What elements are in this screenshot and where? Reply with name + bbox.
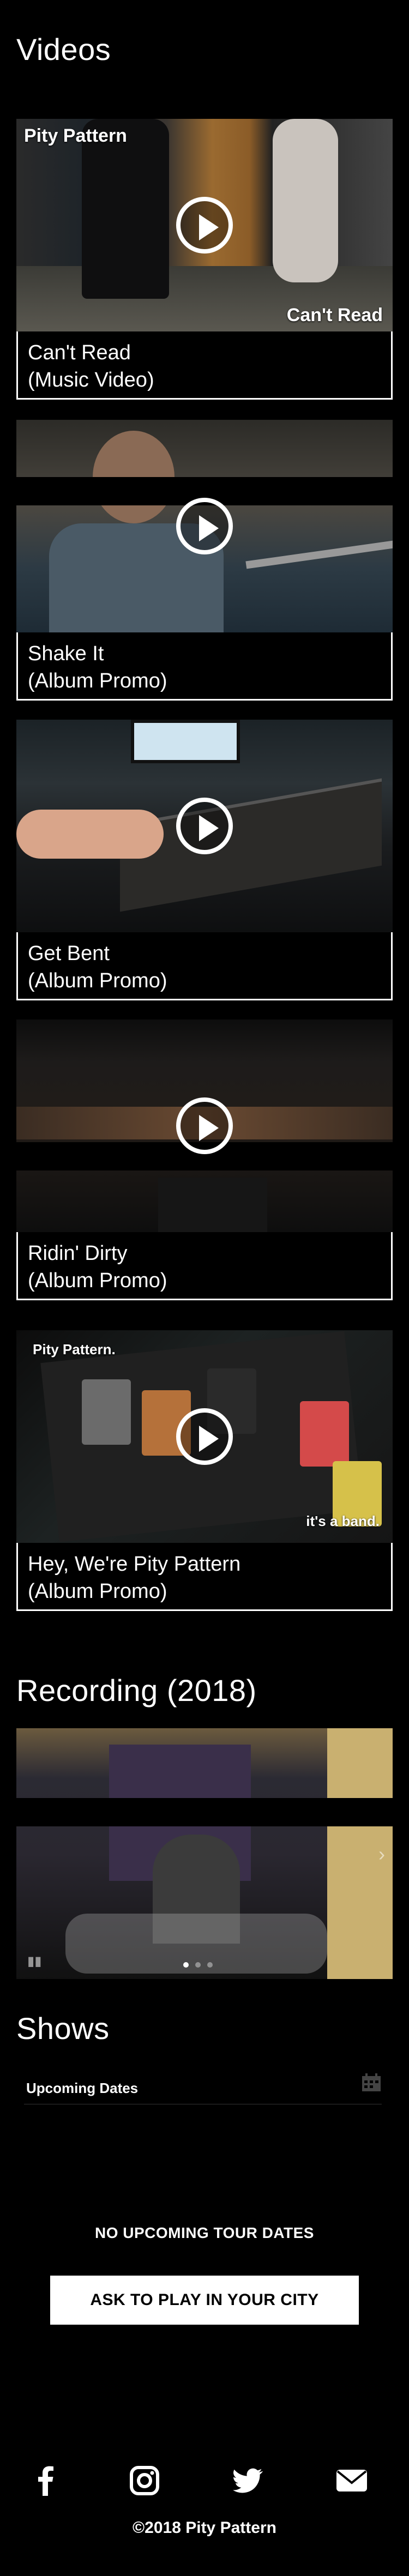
pause-icon[interactable]: ▮▮ <box>27 1953 41 1969</box>
shows-title: Shows <box>16 2011 110 2046</box>
thumbnail-overlay-title: Pity Pattern. <box>33 1341 116 1358</box>
twitter-icon[interactable] <box>232 2464 264 2497</box>
recording-title: Recording (2018) <box>16 1673 257 1708</box>
video-title: Hey, We're Pity Pattern <box>28 1553 241 1576</box>
video-title: Ridin' Dirty <box>28 1242 128 1265</box>
carousel-dot[interactable] <box>195 1962 201 1968</box>
video-caption[interactable]: Ridin' Dirty (Album Promo) <box>16 1232 393 1300</box>
video-subtitle: (Album Promo) <box>28 1580 167 1603</box>
video-subtitle: (Album Promo) <box>28 969 167 992</box>
carousel-dot[interactable] <box>207 1962 213 1968</box>
video-card-cant-read[interactable]: Pity Pattern Can't Read Can't Read (Musi… <box>16 119 393 400</box>
facebook-icon[interactable] <box>30 2464 63 2497</box>
chevron-right-icon[interactable]: › <box>378 1843 385 1866</box>
play-icon[interactable] <box>176 498 233 554</box>
video-card-get-bent[interactable]: Get Bent (Album Promo) <box>16 720 393 1000</box>
video-thumbnail[interactable] <box>16 720 393 932</box>
no-upcoming-dates-text: NO UPCOMING TOUR DATES <box>95 2224 314 2241</box>
thumbnail-overlay-subtitle: Can't Read <box>286 305 383 325</box>
calendar-icon[interactable] <box>361 2073 382 2092</box>
email-icon[interactable] <box>335 2464 368 2497</box>
video-title: Get Bent <box>28 942 110 965</box>
video-thumbnail[interactable]: Pity Pattern Can't Read <box>16 119 393 331</box>
video-caption[interactable]: Shake It (Album Promo) <box>16 632 393 701</box>
recording-carousel[interactable]: › ▮▮ <box>16 1728 393 1979</box>
play-icon[interactable] <box>176 1097 233 1154</box>
upcoming-dates-label: Upcoming Dates <box>26 2080 139 2096</box>
video-card-shake-it[interactable]: Shake It (Album Promo) <box>16 420 393 701</box>
play-icon[interactable] <box>176 197 233 254</box>
thumbnail-overlay-title: Pity Pattern <box>24 125 127 146</box>
video-caption[interactable]: Hey, We're Pity Pattern (Album Promo) <box>16 1543 393 1611</box>
video-caption[interactable]: Get Bent (Album Promo) <box>16 932 393 1000</box>
thumbnail-overlay-subtitle: it's a band. <box>306 1513 380 1529</box>
video-caption[interactable]: Can't Read (Music Video) <box>16 331 393 400</box>
video-card-hey-were-pity-pattern[interactable]: Pity Pattern. it's a band. Hey, We're Pi… <box>16 1330 393 1611</box>
video-subtitle: (Album Promo) <box>28 1269 167 1292</box>
video-card-ridin-dirty[interactable]: Ridin' Dirty (Album Promo) <box>16 1019 393 1300</box>
upcoming-dates-row: Upcoming Dates <box>24 2066 382 2104</box>
video-subtitle: (Music Video) <box>28 369 154 391</box>
carousel-dot[interactable] <box>183 1962 189 1968</box>
play-icon[interactable] <box>176 1408 233 1465</box>
video-thumbnail[interactable] <box>16 420 393 632</box>
videos-title: Videos <box>16 32 111 67</box>
ask-to-play-button[interactable]: ASK TO PLAY IN YOUR CITY <box>50 2276 359 2325</box>
copyright: ©2018 Pity Pattern <box>133 2519 276 2537</box>
video-title: Shake It <box>28 642 104 665</box>
play-icon[interactable] <box>176 798 233 854</box>
carousel-dots[interactable] <box>180 1960 216 1970</box>
video-thumbnail[interactable]: Pity Pattern. it's a band. <box>16 1330 393 1543</box>
instagram-icon[interactable] <box>128 2464 161 2497</box>
video-subtitle: (Album Promo) <box>28 669 167 692</box>
video-title: Can't Read <box>28 341 131 364</box>
social-links <box>0 2464 409 2497</box>
shows-panel: Upcoming Dates <box>24 2066 382 2104</box>
video-thumbnail[interactable] <box>16 1019 393 1232</box>
